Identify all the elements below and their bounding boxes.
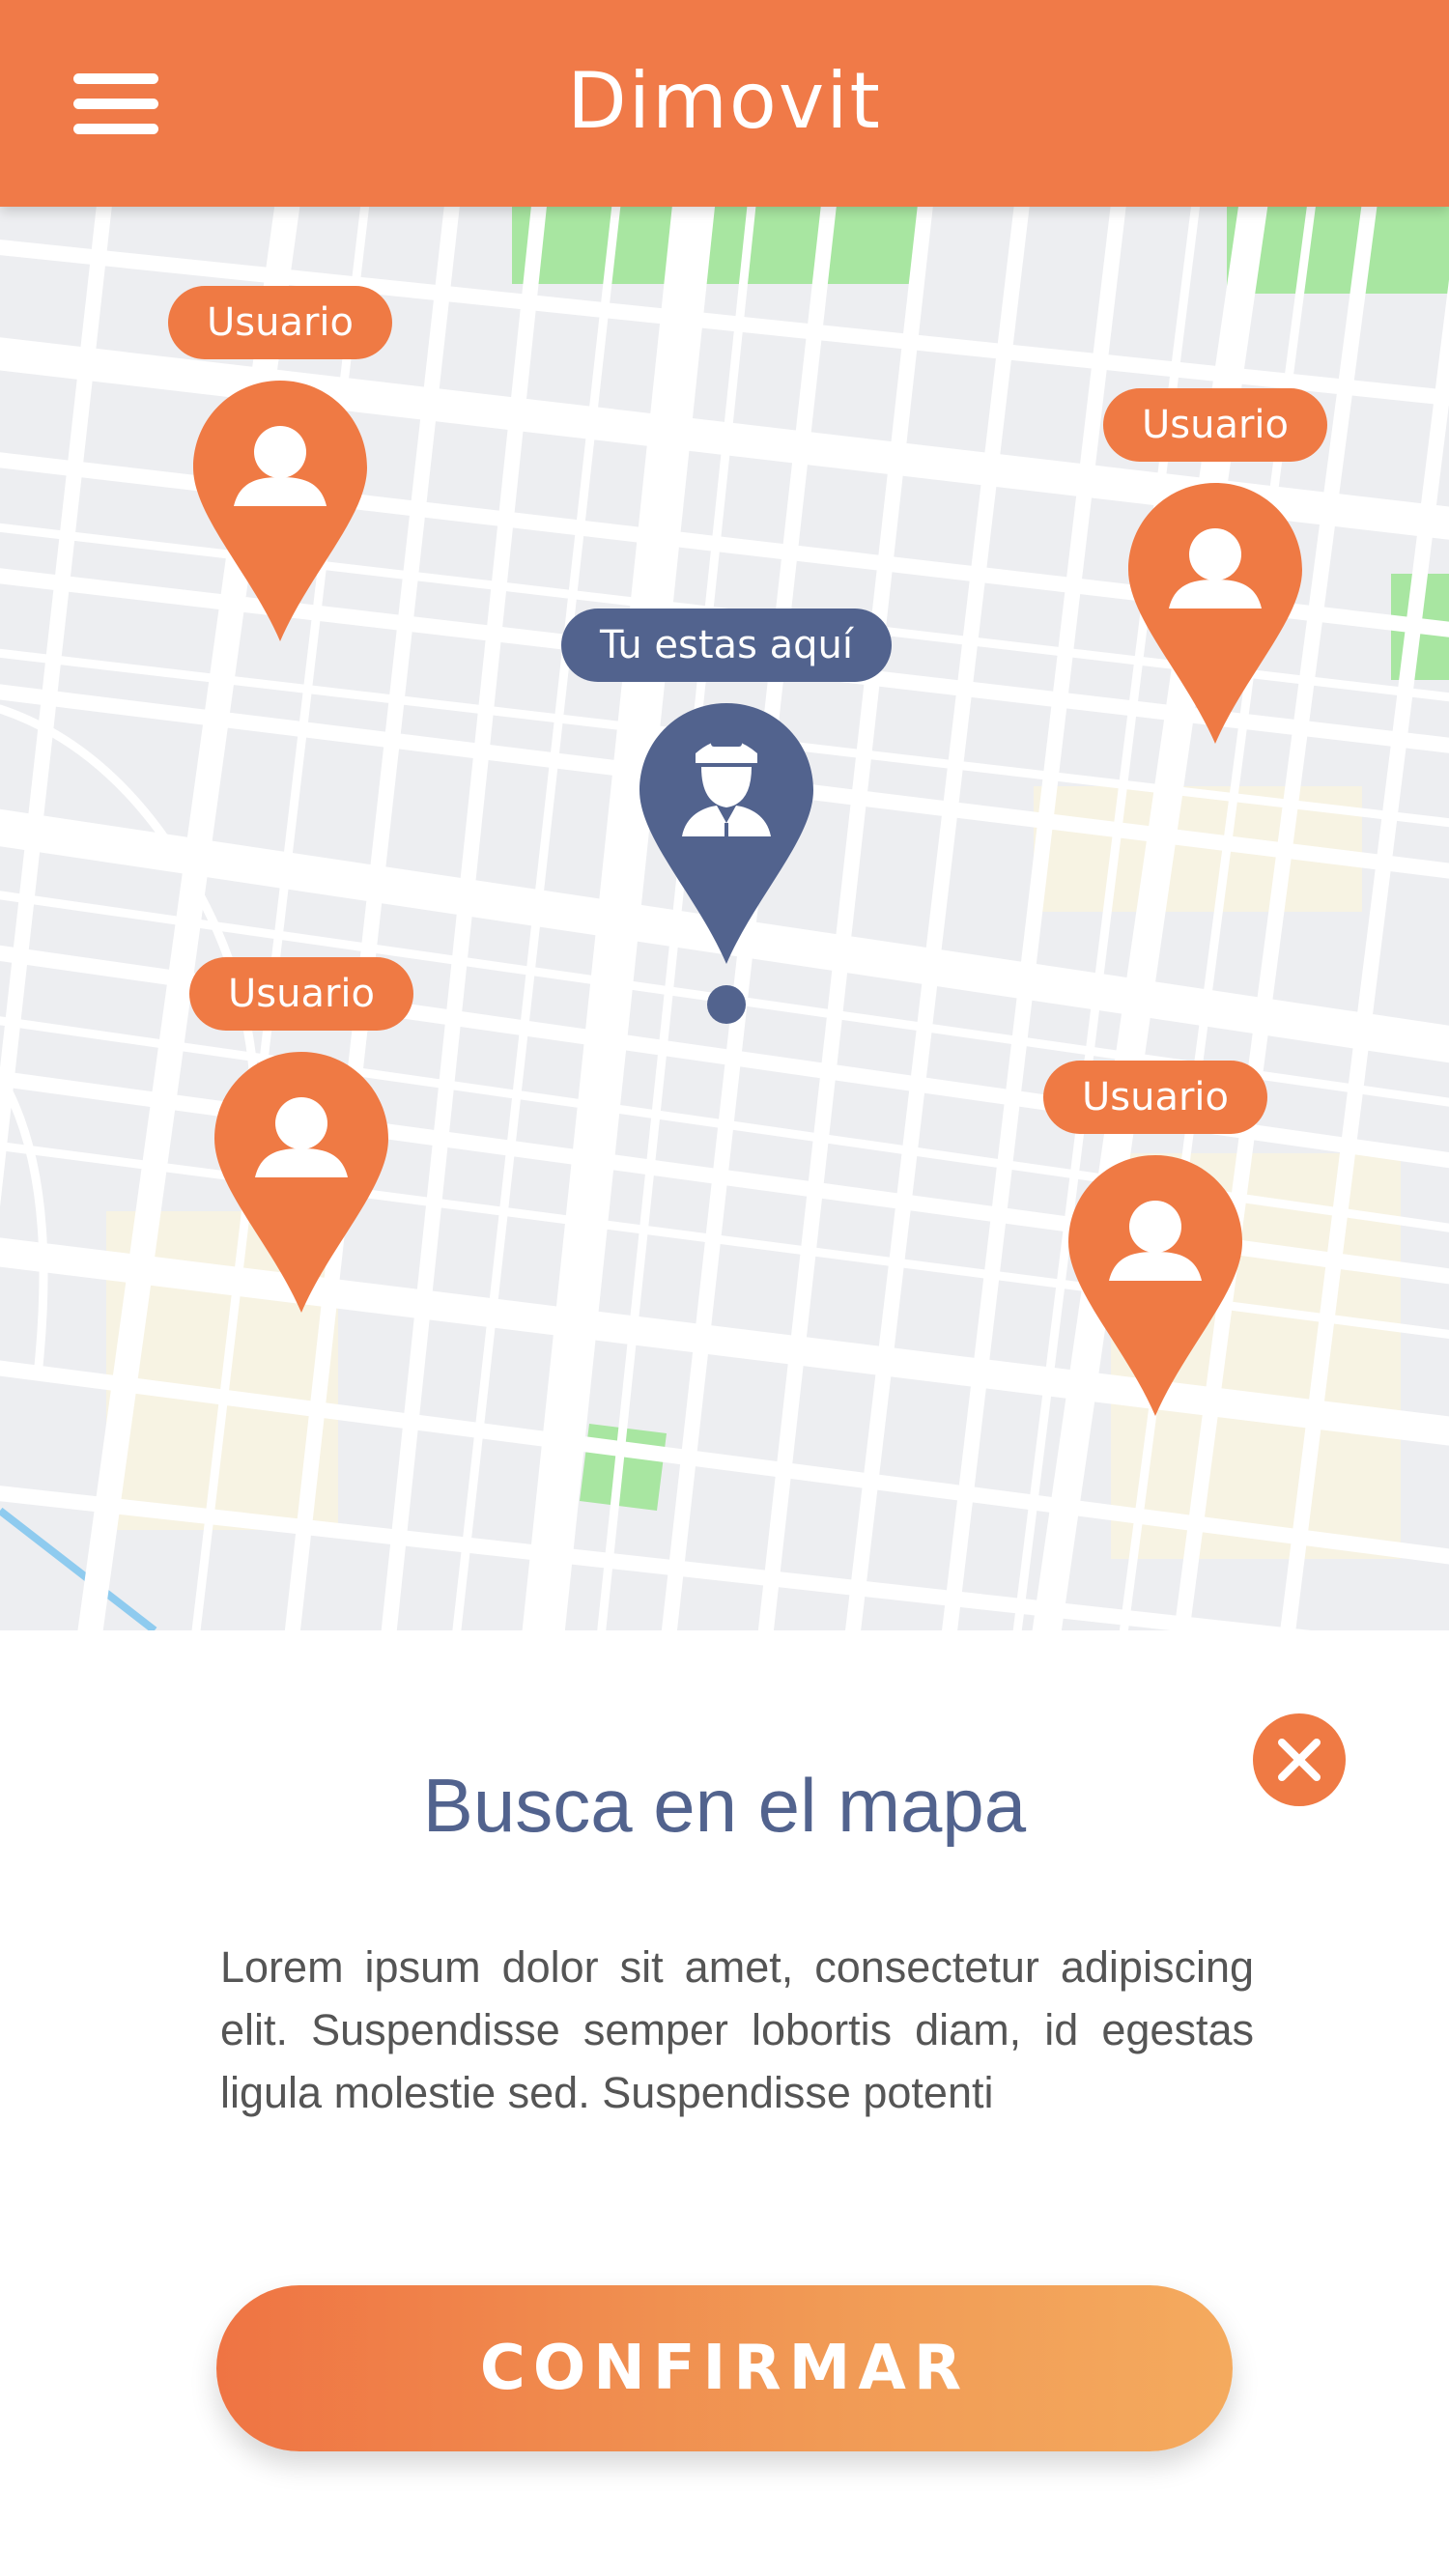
user-marker-label[interactable]: Usuario: [1102, 388, 1328, 462]
app-title: Dimovit: [567, 56, 882, 146]
self-marker-label[interactable]: Tu estas aquí: [561, 609, 892, 682]
app-header: Dimovit: [0, 0, 1449, 207]
self-marker[interactable]: Tu estas aquí: [561, 609, 892, 1033]
worker-pin-icon: [639, 703, 813, 1024]
user-marker-label[interactable]: Usuario: [188, 957, 414, 1031]
user-marker-1[interactable]: Usuario: [164, 286, 396, 641]
panel-title: Busca en el mapa: [422, 1763, 1027, 1848]
user-marker-label[interactable]: Usuario: [167, 286, 393, 359]
user-pin-icon: [214, 1052, 388, 1313]
user-pin-icon: [1068, 1155, 1242, 1416]
user-marker-2[interactable]: Usuario: [1099, 388, 1331, 744]
panel-description: Lorem ipsum dolor sit amet, consectetur …: [220, 1942, 1254, 2117]
user-marker-3[interactable]: Usuario: [185, 957, 417, 1313]
confirm-button[interactable]: CONFIRMAR: [216, 2285, 1233, 2451]
map-view[interactable]: Usuario Usuario Tu estas aquí Usuario Us…: [0, 207, 1449, 1630]
user-pin-icon: [1128, 483, 1302, 744]
user-marker-4[interactable]: Usuario: [1039, 1061, 1271, 1416]
user-marker-label[interactable]: Usuario: [1042, 1061, 1268, 1134]
info-panel: Busca en el mapa Lorem ipsum dolor sit a…: [0, 1630, 1449, 2576]
user-pin-icon: [193, 381, 367, 641]
